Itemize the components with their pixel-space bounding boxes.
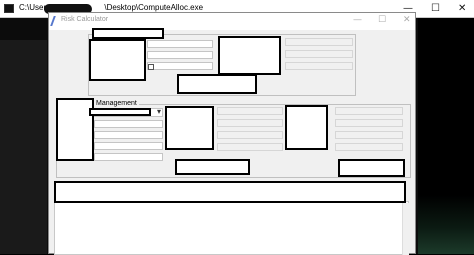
readonly-field bbox=[335, 119, 403, 127]
checkbox[interactable] bbox=[148, 64, 154, 70]
app-maximize-button[interactable]: ☐ bbox=[378, 15, 386, 25]
redacted-block bbox=[285, 105, 328, 150]
app-minimize-button[interactable]: — bbox=[353, 15, 362, 25]
redacted-banner bbox=[54, 181, 406, 203]
console-maximize-button[interactable]: ☐ bbox=[431, 3, 440, 14]
output-scrollbar[interactable] bbox=[402, 203, 409, 255]
input-field[interactable] bbox=[147, 40, 213, 48]
chevron-down-icon: ▾ bbox=[156, 107, 161, 116]
input-field[interactable] bbox=[147, 51, 213, 59]
readonly-field bbox=[335, 131, 403, 139]
console-close-button[interactable]: ✕ bbox=[458, 3, 466, 14]
management-label: Management bbox=[94, 100, 139, 107]
redacted-button[interactable] bbox=[338, 159, 405, 177]
input-field[interactable] bbox=[94, 142, 163, 150]
redacted-label bbox=[92, 28, 164, 39]
readonly-field bbox=[335, 143, 403, 151]
console-icon bbox=[4, 4, 14, 13]
desktop-wallpaper bbox=[418, 195, 474, 254]
app-title: Risk Calculator bbox=[61, 16, 109, 23]
redacted-block bbox=[89, 39, 146, 81]
console-title-suffix: \Desktop\ComputeAlloc.exe bbox=[104, 3, 204, 12]
readonly-field bbox=[335, 107, 403, 115]
input-field[interactable] bbox=[94, 120, 163, 128]
desktop-left-strip bbox=[0, 40, 47, 254]
readonly-field bbox=[217, 131, 283, 139]
risk-calculator-window: Risk Calculator — ☐ ✕ Management ▾ bbox=[48, 12, 416, 255]
redacted-button[interactable] bbox=[177, 74, 257, 94]
redacted-button[interactable] bbox=[175, 159, 250, 175]
readonly-field bbox=[217, 119, 283, 127]
redacted-block bbox=[218, 36, 281, 75]
readonly-field bbox=[285, 50, 353, 58]
readonly-field bbox=[285, 38, 353, 46]
redacted-selection bbox=[89, 108, 151, 116]
readonly-field bbox=[285, 62, 353, 70]
input-field[interactable] bbox=[94, 153, 163, 161]
readonly-field bbox=[217, 107, 283, 115]
app-close-button[interactable]: ✕ bbox=[403, 15, 411, 25]
redacted-block bbox=[165, 106, 214, 150]
output-textarea[interactable] bbox=[54, 201, 409, 255]
feather-icon bbox=[50, 16, 59, 26]
input-field[interactable] bbox=[94, 131, 163, 139]
input-field[interactable] bbox=[147, 62, 213, 70]
readonly-field bbox=[217, 143, 283, 151]
